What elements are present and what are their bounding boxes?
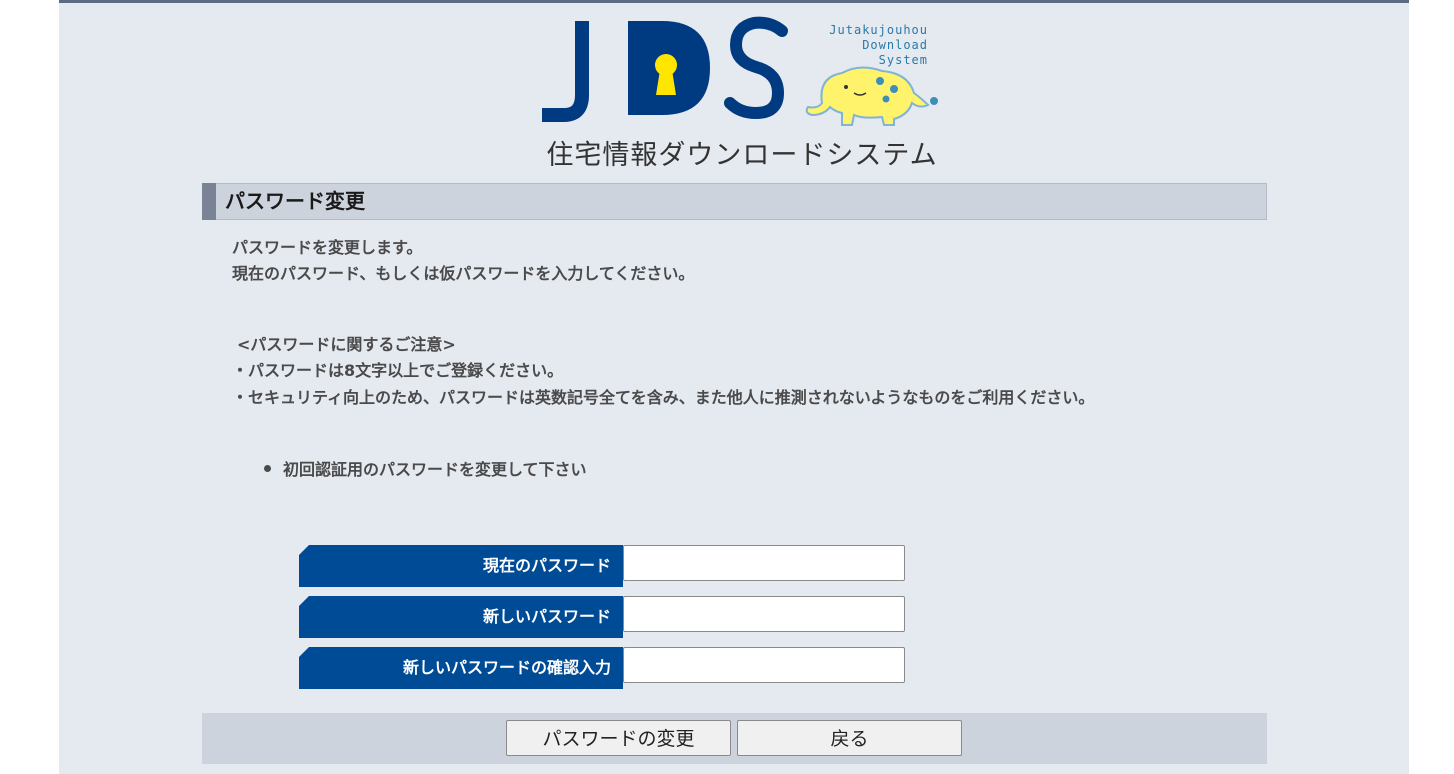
button-bar: パスワードの変更 戻る <box>202 713 1267 764</box>
current-password-input[interactable] <box>623 545 905 581</box>
change-password-button[interactable]: パスワードの変更 <box>506 720 731 756</box>
notes-line-2: ・セキュリティ向上のため、パスワードは英数記号全てを含み、また他人に推測されない… <box>232 388 1095 407</box>
new-password-input[interactable] <box>623 596 905 632</box>
new-password-row: 新しいパスワード <box>299 596 905 638</box>
page-container: Jutakujouhou Download System 住宅情報ダウンロードシ… <box>59 0 1409 774</box>
intro-line-2: 現在のパスワード、もしくは仮パスワードを入力してください。 <box>232 264 695 283</box>
logo-subtitle: 住宅情報ダウンロードシステム <box>546 140 938 171</box>
confirm-password-row: 新しいパスワードの確認入力 <box>299 647 905 689</box>
jds-logo: Jutakujouhou Download System 住宅情報ダウンロードシ… <box>542 15 942 171</box>
confirm-password-label: 新しいパスワードの確認入力 <box>299 647 623 689</box>
page-title: パスワード変更 <box>225 189 365 213</box>
new-password-label: 新しいパスワード <box>299 596 623 638</box>
logo-eng-line-2: Download <box>862 38 928 52</box>
logo-eng-line-3: System <box>878 53 928 67</box>
bullet-message: 初回認証用のパスワードを変更して下さい <box>264 457 587 483</box>
bullet-icon <box>264 465 271 472</box>
current-password-label: 現在のパスワード <box>299 545 623 587</box>
notes-line-1: ・パスワードは8文字以上でご登録ください。 <box>232 361 564 380</box>
current-password-row: 現在のパスワード <box>299 545 905 587</box>
bullet-text: 初回認証用のパスワードを変更して下さい <box>283 460 587 479</box>
intro-line-1: パスワードを変更します。 <box>232 238 423 257</box>
confirm-password-input[interactable] <box>623 647 905 683</box>
logo-eng-line-1: Jutakujouhou <box>829 23 928 37</box>
logo-english-text: Jutakujouhou Download System <box>804 23 928 68</box>
section-header: パスワード変更 <box>202 183 1267 220</box>
elephant-icon <box>805 66 938 126</box>
notes-heading: <パスワードに関するご注意> <box>237 335 456 354</box>
back-button[interactable]: 戻る <box>737 720 962 756</box>
section-header-accent <box>202 183 216 220</box>
